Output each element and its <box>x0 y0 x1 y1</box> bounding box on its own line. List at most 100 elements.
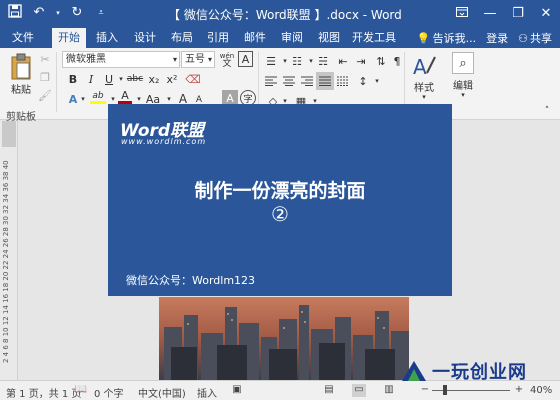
subscript-button[interactable]: x₂ <box>146 72 162 86</box>
tab-insert[interactable]: 插入 <box>90 28 124 48</box>
group-divider <box>404 52 405 112</box>
zoom-slider-thumb[interactable] <box>443 385 447 395</box>
title-bar: ↶ ▾ ↻ ⩡ 【 微信公众号：Word联盟 】.docx - Word — ❐… <box>0 0 560 28</box>
customize-qat-icon[interactable]: ⩡ <box>92 4 110 22</box>
font-name-combo[interactable]: 微软雅黑 ▾ <box>62 51 180 68</box>
cover-banner: Word联盟 www.wordlm.com 制作一份漂亮的封面 ② 微信公众号：… <box>108 104 452 296</box>
redo-icon[interactable]: ↻ <box>68 4 86 22</box>
page-count[interactable]: 第 1 页，共 1 页 <box>6 385 81 400</box>
person-icon: ⚇ <box>518 31 528 45</box>
tab-view[interactable]: 视图 <box>312 28 346 48</box>
chevron-down-icon[interactable]: ▾ <box>76 92 90 106</box>
numbering-icon[interactable]: ☷ <box>290 54 304 68</box>
editing-button[interactable]: ⌕ <box>452 52 474 74</box>
login-link[interactable]: 登录 <box>486 30 508 46</box>
window-title: 【 微信公众号：Word联盟 】.docx - Word <box>168 8 402 22</box>
print-layout-icon[interactable]: ▭ <box>352 384 366 397</box>
clear-formatting-icon[interactable]: ⌫ <box>185 72 201 86</box>
tell-me-box[interactable]: 💡 告诉我... <box>417 30 476 46</box>
share-button[interactable]: ⚇ 共享 <box>518 30 552 46</box>
phonetic-guide-button[interactable]: wén 文 <box>218 51 236 69</box>
paste-button[interactable] <box>8 52 34 82</box>
proofing-icon[interactable]: 📖 <box>74 384 88 397</box>
styles-button[interactable]: A <box>410 52 438 80</box>
undo-dropdown-icon[interactable]: ▾ <box>54 4 62 22</box>
insert-mode[interactable]: 插入 <box>197 385 217 400</box>
sort-icon[interactable]: ⇅ <box>374 54 388 68</box>
brand-url: www.wordlm.com <box>121 137 207 146</box>
chevron-down-icon[interactable]: ▾ <box>418 92 430 102</box>
ribbon-tabs: 文件 开始 插入 设计 布局 引用 邮件 审阅 视图 开发工具 💡 告诉我...… <box>0 28 560 48</box>
font-name-value: 微软雅黑 <box>66 54 106 65</box>
tab-layout[interactable]: 布局 <box>165 28 199 48</box>
bullets-icon[interactable]: ☰ <box>264 54 278 68</box>
chevron-down-icon[interactable]: ▾ <box>370 74 384 88</box>
window-controls: — ❐ ✕ <box>448 0 560 28</box>
save-icon[interactable] <box>6 4 24 22</box>
copy-icon[interactable]: ❐ <box>38 70 52 84</box>
tab-mailings[interactable]: 邮件 <box>238 28 272 48</box>
highlight-button[interactable]: ab <box>90 90 106 104</box>
close-icon[interactable]: ✕ <box>532 0 560 28</box>
font-size-value: 五号 <box>185 54 205 65</box>
restore-icon[interactable]: ❐ <box>504 0 532 28</box>
cityscape-image <box>159 297 409 380</box>
banner-number: ② <box>271 202 289 226</box>
tab-review[interactable]: 审阅 <box>275 28 309 48</box>
line-spacing-icon[interactable]: ↕ <box>356 74 370 88</box>
show-marks-icon[interactable]: ¶ <box>390 54 404 68</box>
watermark-logo-icon <box>402 361 426 381</box>
vertical-ruler: 2 4 6 8 10 12 14 16 18 20 22 24 26 28 30… <box>0 121 18 380</box>
language-status[interactable]: 中文(中国) <box>138 385 186 400</box>
svg-text:A: A <box>413 55 427 79</box>
decrease-indent-icon[interactable]: ⇤ <box>336 54 350 68</box>
group-divider <box>56 52 57 112</box>
superscript-button[interactable]: x² <box>164 72 180 86</box>
justify-icon[interactable] <box>316 72 334 90</box>
tab-home[interactable]: 开始 <box>52 28 86 48</box>
align-center-icon[interactable] <box>282 74 296 88</box>
undo-icon[interactable]: ↶ <box>30 4 48 22</box>
tab-file[interactable]: 文件 <box>6 28 40 48</box>
tell-me-label: 告诉我... <box>432 32 477 45</box>
group-divider <box>258 52 259 112</box>
italic-button[interactable]: I <box>84 72 98 86</box>
zoom-level[interactable]: 40% <box>530 385 552 396</box>
styles-icon: A <box>413 55 436 79</box>
word-count[interactable]: 0 个字 <box>94 385 124 400</box>
distributed-icon[interactable] <box>336 74 350 88</box>
bold-button[interactable]: B <box>66 72 80 86</box>
character-border-button[interactable]: A <box>238 51 253 67</box>
chevron-down-icon: ▾ <box>172 55 177 64</box>
strikethrough-button[interactable]: abc <box>126 72 144 86</box>
tab-design[interactable]: 设计 <box>128 28 162 48</box>
format-painter-icon[interactable]: 🖌 <box>38 88 52 102</box>
align-left-icon[interactable] <box>264 74 278 88</box>
font-color-button[interactable]: A <box>118 89 132 104</box>
clipboard-icon <box>11 53 31 80</box>
styles-label: 样式 <box>414 82 434 94</box>
wen-char-icon: 文 <box>222 58 232 69</box>
banner-headline: 制作一份漂亮的封面 <box>194 180 366 202</box>
ribbon-display-icon[interactable] <box>448 0 476 28</box>
banner-subtitle: 微信公众号：Wordlm123 <box>126 274 256 287</box>
chevron-down-icon[interactable]: ▾ <box>457 90 469 100</box>
tab-references[interactable]: 引用 <box>201 28 235 48</box>
align-right-icon[interactable] <box>300 74 314 88</box>
watermark-text: 一玩创业网 <box>432 362 527 383</box>
search-icon: ⌕ <box>459 55 467 71</box>
tab-developer[interactable]: 开发工具 <box>350 28 398 48</box>
ruler-numbers: 2 4 6 8 10 12 14 16 18 20 22 24 26 28 30… <box>2 160 10 364</box>
quick-access-toolbar: ↶ ▾ ↻ ⩡ <box>6 4 110 22</box>
increase-indent-icon[interactable]: ⇥ <box>354 54 368 68</box>
chevron-down-icon: ▾ <box>207 55 212 64</box>
collapse-ribbon-icon[interactable]: ˄ <box>540 104 554 118</box>
minimize-icon[interactable]: — <box>476 0 504 28</box>
multilevel-list-icon[interactable]: ☵ <box>316 54 330 68</box>
web-layout-icon[interactable]: ▥ <box>382 384 396 397</box>
macro-record-icon[interactable]: ▣ <box>230 384 244 397</box>
font-size-combo[interactable]: 五号 ▾ <box>181 51 215 68</box>
read-mode-icon[interactable]: ▤ <box>322 384 336 397</box>
paste-label: 粘贴 <box>11 84 31 96</box>
cut-icon[interactable]: ✂ <box>38 52 52 66</box>
